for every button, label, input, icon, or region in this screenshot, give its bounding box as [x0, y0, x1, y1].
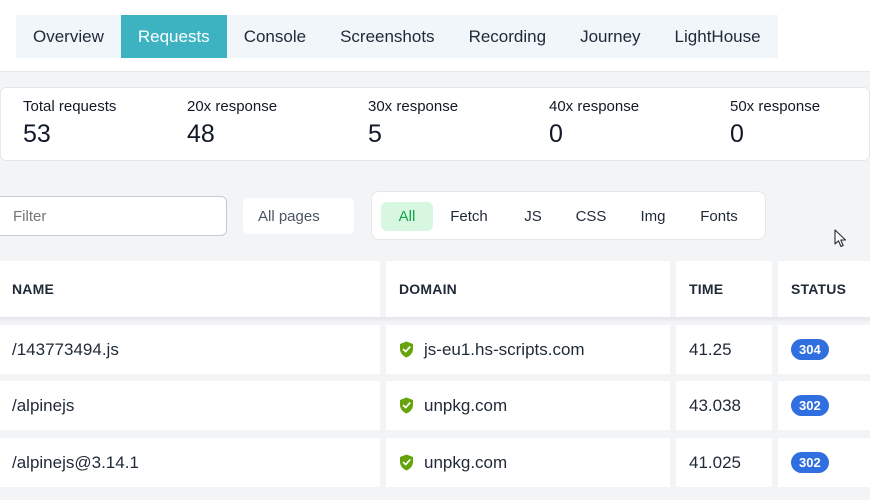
- table-header: NAME DOMAIN TIME STATUS: [0, 261, 870, 317]
- stat-value: 53: [23, 120, 51, 148]
- tab-journey[interactable]: Journey: [563, 15, 657, 58]
- column-header-name[interactable]: NAME: [12, 261, 54, 317]
- column-header-time[interactable]: TIME: [689, 261, 723, 317]
- tabs: Overview Requests Console Screenshots Re…: [16, 15, 778, 58]
- table-row[interactable]: /alpinejs unpkg.com 43.038 302: [0, 381, 870, 430]
- stat-label: Total requests: [23, 98, 117, 115]
- tab-bar: Overview Requests Console Screenshots Re…: [0, 0, 870, 72]
- request-domain-cell: unpkg.com: [399, 438, 507, 487]
- column-divider: [380, 261, 386, 317]
- column-divider: [772, 381, 778, 430]
- status-cell: 302: [791, 438, 829, 487]
- request-domain-cell: js-eu1.hs-scripts.com: [399, 325, 585, 374]
- column-header-domain[interactable]: DOMAIN: [399, 261, 457, 317]
- tab-lighthouse[interactable]: LightHouse: [658, 15, 778, 58]
- filter-input[interactable]: [0, 196, 227, 236]
- request-name: /alpinejs: [12, 395, 75, 415]
- type-filter-img[interactable]: Img: [632, 202, 674, 231]
- stat-value: 48: [187, 120, 215, 148]
- stat-label: 50x response: [730, 98, 821, 115]
- tab-screenshots[interactable]: Screenshots: [323, 15, 452, 58]
- stat-20x-response: 20x response 48: [187, 98, 277, 149]
- request-time: 41.025: [689, 452, 741, 472]
- stat-value: 0: [730, 120, 744, 148]
- tab-recording[interactable]: Recording: [452, 15, 564, 58]
- status-cell: 304: [791, 325, 829, 374]
- stat-label: 40x response: [549, 98, 640, 115]
- column-header-status[interactable]: STATUS: [791, 261, 846, 317]
- request-domain: unpkg.com: [424, 452, 508, 472]
- type-filter-all[interactable]: All: [381, 202, 433, 231]
- request-domain: unpkg.com: [424, 395, 508, 415]
- stat-40x-response: 40x response 0: [549, 98, 639, 149]
- stat-value: 5: [368, 120, 382, 148]
- type-filter-js[interactable]: JS: [513, 202, 553, 231]
- status-badge: 302: [791, 395, 829, 416]
- request-name: /alpinejs@3.14.1: [12, 452, 139, 472]
- shield-check-icon: [400, 397, 413, 414]
- tab-console[interactable]: Console: [227, 15, 323, 58]
- request-name: /143773494.js: [12, 339, 119, 359]
- column-divider: [380, 325, 386, 374]
- table-row[interactable]: /143773494.js js-eu1.hs-scripts.com 41.2…: [0, 325, 870, 374]
- column-divider: [772, 325, 778, 374]
- request-time: 41.25: [689, 339, 732, 359]
- stat-label: 20x response: [187, 98, 278, 115]
- tab-requests[interactable]: Requests: [120, 15, 227, 58]
- stat-50x-response: 50x response 0: [730, 98, 820, 149]
- status-badge: 304: [791, 339, 829, 360]
- type-filter-fonts[interactable]: Fonts: [690, 202, 748, 231]
- shield-check-icon: [400, 341, 413, 358]
- column-divider: [670, 381, 676, 430]
- status-cell: 302: [791, 381, 829, 430]
- column-divider: [380, 381, 386, 430]
- request-domain-cell: unpkg.com: [399, 381, 507, 430]
- request-time: 43.038: [689, 395, 741, 415]
- mouse-pointer-icon: [834, 229, 847, 248]
- column-divider: [670, 438, 676, 487]
- stat-total-requests: Total requests 53: [23, 98, 116, 149]
- type-filter-css[interactable]: CSS: [569, 202, 613, 231]
- column-divider: [670, 261, 676, 317]
- stat-label: 30x response: [368, 98, 459, 115]
- type-filter-fetch[interactable]: Fetch: [443, 202, 495, 231]
- column-divider: [380, 438, 386, 487]
- column-divider: [772, 438, 778, 487]
- table-header-shadow: [0, 317, 870, 323]
- stat-30x-response: 30x response 5: [368, 98, 458, 149]
- request-domain: js-eu1.hs-scripts.com: [424, 339, 585, 359]
- table-row[interactable]: /alpinejs@3.14.1 unpkg.com 41.025 302: [0, 438, 870, 487]
- tab-overview[interactable]: Overview: [16, 15, 121, 58]
- stats-panel: Total requests 53 20x response 48 30x re…: [0, 87, 870, 161]
- column-divider: [772, 261, 778, 317]
- resource-type-filter: All Fetch JS CSS Img Fonts: [371, 191, 766, 240]
- column-divider: [670, 325, 676, 374]
- pages-select[interactable]: All pages: [243, 198, 354, 234]
- shield-check-icon: [400, 454, 413, 471]
- status-badge: 302: [791, 452, 829, 473]
- stat-value: 0: [549, 120, 563, 148]
